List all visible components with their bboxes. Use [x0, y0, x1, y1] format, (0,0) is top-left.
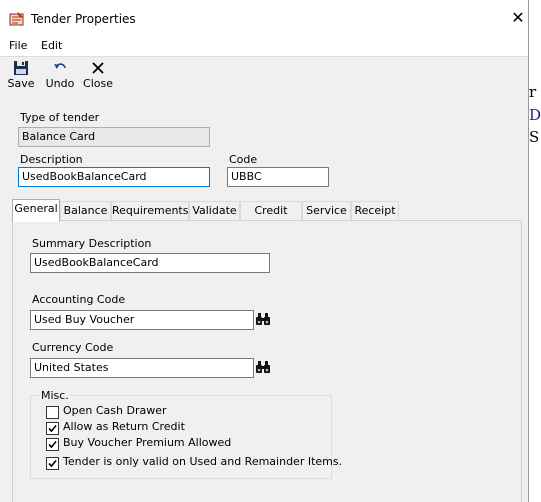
checkmark-icon — [48, 440, 57, 449]
close-label: Close — [83, 77, 113, 90]
checkbox-label: Allow as Return Credit — [63, 420, 185, 433]
checkbox-box[interactable] — [46, 406, 59, 419]
checkmark-icon — [48, 424, 57, 433]
checkbox-label: Tender is only valid on Used and Remaind… — [63, 455, 343, 468]
description-input[interactable]: UsedBookBalanceCard — [18, 167, 210, 187]
checkbox-box[interactable] — [46, 422, 59, 435]
undo-button[interactable]: Undo — [44, 59, 76, 95]
save-button[interactable]: Save — [6, 59, 36, 95]
menu-edit[interactable]: Edit — [41, 39, 62, 52]
save-label: Save — [7, 77, 35, 90]
tab-balance[interactable]: Balance — [60, 201, 111, 221]
tender-properties-dialog: Tender Properties ✕ File Edit Save Undo — [0, 0, 529, 502]
tab-requirements[interactable]: Requirements — [111, 201, 189, 221]
menu-file[interactable]: File — [9, 39, 27, 52]
checkbox-label: Open Cash Drawer — [63, 404, 167, 417]
checkbox-label: Buy Voucher Premium Allowed — [63, 436, 232, 449]
undo-arrow-icon — [54, 63, 66, 69]
binoculars-icon[interactable] — [255, 311, 271, 327]
window-title: Tender Properties — [31, 12, 136, 26]
misc-legend: Misc. — [39, 389, 71, 402]
menu-bar: File Edit — [0, 36, 528, 56]
misc-group: Misc. Open Cash Drawer Allow as Return C… — [30, 389, 342, 479]
code-input[interactable]: UBBC — [227, 167, 329, 187]
summary-description-input[interactable]: UsedBookBalanceCard — [30, 253, 270, 273]
window-close-button[interactable]: ✕ — [506, 8, 530, 30]
tab-service[interactable]: Service — [302, 201, 351, 221]
close-button[interactable]: Close — [83, 59, 113, 95]
currency-code-label: Currency Code — [32, 341, 114, 354]
summary-description-label: Summary Description — [32, 237, 152, 250]
code-label: Code — [229, 153, 258, 166]
tab-credit-card[interactable]: Credit Card — [240, 201, 302, 235]
checkbox-box[interactable] — [46, 438, 59, 451]
binoculars-icon[interactable] — [255, 359, 271, 375]
type-of-tender-label: Type of tender — [20, 111, 100, 124]
floppy-disk-icon — [14, 61, 28, 75]
accounting-code-input[interactable]: Used Buy Voucher — [30, 310, 254, 330]
type-of-tender-field: Balance Card — [18, 127, 210, 147]
title-bar: Tender Properties ✕ — [0, 0, 528, 36]
description-label: Description — [20, 153, 83, 166]
tab-general[interactable]: General — [12, 199, 60, 222]
tab-receipt[interactable]: Receipt — [351, 201, 399, 221]
checkbox-box[interactable] — [46, 457, 59, 470]
checkmark-icon — [48, 459, 57, 468]
app-icon — [9, 12, 24, 26]
undo-label: Undo — [45, 77, 75, 90]
currency-code-input[interactable]: United States — [30, 358, 254, 378]
close-x-icon — [92, 62, 104, 74]
tab-validate[interactable]: Validate — [189, 201, 240, 221]
accounting-code-label: Accounting Code — [32, 293, 126, 306]
toolbar: Save Undo Close — [0, 56, 528, 97]
background-window-edge: r D S — [528, 0, 541, 502]
